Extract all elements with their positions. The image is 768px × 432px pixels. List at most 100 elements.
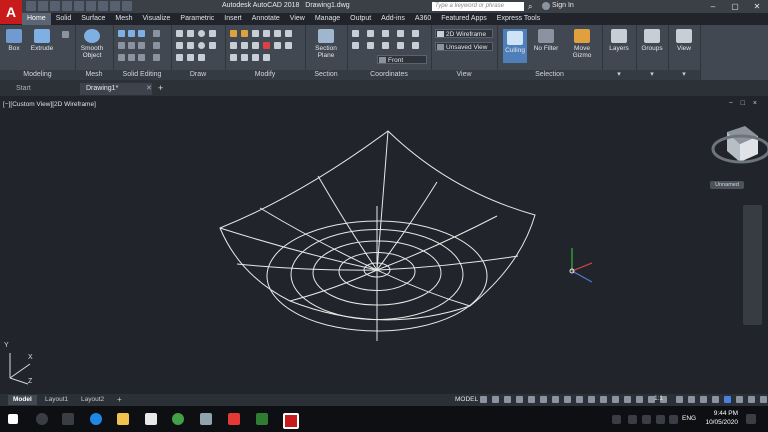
minimize-icon[interactable]: – — [702, 0, 724, 13]
panel-label[interactable]: Coordinates — [347, 70, 431, 80]
subtract-icon[interactable] — [128, 30, 135, 37]
tab-manage[interactable]: Manage — [310, 13, 345, 25]
new-icon[interactable] — [26, 1, 36, 11]
hardware-acceleration-icon[interactable] — [736, 396, 743, 403]
line-icon[interactable] — [176, 30, 183, 37]
tab-surface[interactable]: Surface — [76, 13, 110, 25]
ucs-z-icon[interactable] — [412, 42, 419, 49]
panel-label[interactable]: Solid Editing — [113, 70, 171, 80]
quick-properties-icon[interactable] — [712, 396, 719, 403]
web-mobile-icon[interactable] — [74, 1, 84, 11]
tab-model[interactable]: Model — [8, 395, 37, 405]
customization-icon[interactable] — [760, 396, 767, 403]
ucs-icon[interactable] — [352, 30, 359, 37]
3d-array-icon[interactable] — [263, 54, 270, 61]
spline-icon[interactable] — [209, 42, 216, 49]
input-language[interactable]: ENG — [682, 415, 696, 422]
units-icon[interactable] — [700, 396, 707, 403]
sign-in-button[interactable]: Sign In — [552, 2, 574, 9]
array-icon[interactable] — [252, 42, 259, 49]
taper-icon[interactable] — [138, 54, 145, 61]
tab-add-ins[interactable]: Add-ins — [376, 13, 410, 25]
search-taskbar-icon[interactable] — [36, 413, 48, 425]
separate-icon[interactable] — [153, 42, 160, 49]
chamfer-edge-icon[interactable] — [128, 54, 135, 61]
polysolid-icon[interactable] — [62, 31, 69, 38]
save-as-icon[interactable] — [62, 1, 72, 11]
offset-icon[interactable] — [285, 42, 292, 49]
navigation-bar[interactable] — [743, 205, 762, 325]
move-gizmo-button[interactable]: Move Gizmo — [567, 29, 597, 59]
ucs-y-icon[interactable] — [397, 42, 404, 49]
transparency-icon[interactable] — [576, 396, 583, 403]
autocad-taskbar-icon[interactable] — [283, 413, 299, 429]
slice-icon[interactable] — [153, 30, 160, 37]
share-icon[interactable] — [122, 1, 132, 11]
polygon-icon[interactable] — [187, 42, 194, 49]
print-icon[interactable] — [86, 1, 96, 11]
mirror-icon[interactable] — [274, 30, 281, 37]
erase-icon[interactable] — [263, 42, 270, 49]
3d-move-icon[interactable] — [241, 54, 248, 61]
grid-icon[interactable] — [480, 396, 487, 403]
offset-edge-icon[interactable] — [153, 54, 160, 61]
save-icon[interactable] — [50, 1, 60, 11]
section-plane-button[interactable]: Section Plane — [309, 29, 343, 59]
new-tab-icon[interactable]: + — [158, 83, 163, 93]
extract-edges-icon[interactable] — [128, 42, 135, 49]
ucs-view-icon[interactable] — [352, 42, 359, 49]
file-explorer-icon[interactable] — [117, 413, 129, 425]
tab-layout1[interactable]: Layout1 — [40, 395, 73, 405]
panel-expand[interactable]: ▾ — [668, 70, 700, 80]
isodraft-icon[interactable] — [528, 396, 535, 403]
new-layout-icon[interactable]: + — [112, 395, 127, 405]
chrome-icon[interactable] — [172, 413, 184, 425]
excel-icon[interactable] — [256, 413, 268, 425]
fillet-icon[interactable] — [285, 30, 292, 37]
system-clock[interactable]: 9:44 PM 10/05/2020 — [705, 409, 738, 427]
shell-icon[interactable] — [138, 42, 145, 49]
viewport-window-controls[interactable]: − □ × — [729, 100, 760, 107]
annotation-scale[interactable]: 1:1 — [654, 395, 663, 402]
trim-icon[interactable] — [252, 30, 259, 37]
viewport-controls-label[interactable]: [−][Custom View][2D Wireframe] — [3, 101, 96, 108]
lineweight-icon[interactable] — [564, 396, 571, 403]
selection-filter-icon[interactable] — [624, 396, 631, 403]
snap-icon[interactable] — [492, 396, 499, 403]
copy-icon[interactable] — [263, 30, 270, 37]
panel-label[interactable]: Section — [305, 70, 347, 80]
close-icon[interactable]: ✕ — [746, 0, 768, 13]
ucs-world-icon[interactable] — [367, 30, 374, 37]
layers-button[interactable]: Layers — [604, 29, 634, 52]
3d-rotate-icon[interactable] — [252, 54, 259, 61]
tab-view[interactable]: View — [285, 13, 310, 25]
tab-start[interactable]: Start — [10, 83, 82, 95]
panel-expand[interactable]: ▾ — [636, 70, 668, 80]
polar-icon[interactable] — [516, 396, 523, 403]
redo-icon[interactable] — [110, 1, 120, 11]
close-tab-icon[interactable]: ✕ — [146, 84, 152, 92]
ucs-3point-icon[interactable] — [397, 30, 404, 37]
search-input[interactable]: Type a keyword or phrase — [432, 2, 524, 11]
view-button[interactable]: View — [670, 29, 698, 52]
tab-visualize[interactable]: Visualize — [138, 13, 176, 25]
clean-screen-icon[interactable] — [748, 396, 755, 403]
extrude-button[interactable]: Extrude — [28, 29, 56, 52]
paint-icon[interactable] — [200, 413, 212, 425]
media-icon[interactable] — [228, 413, 240, 425]
volume-icon[interactable] — [669, 415, 678, 424]
tab-annotate[interactable]: Annotate — [247, 13, 285, 25]
gizmo-status-icon[interactable] — [636, 396, 643, 403]
tab-home[interactable]: Home — [22, 13, 51, 25]
edge-icon[interactable] — [90, 413, 102, 425]
ucs-x-icon[interactable] — [412, 30, 419, 37]
ucs-named-dropdown[interactable]: Front — [377, 55, 427, 64]
rotate-icon[interactable] — [241, 30, 248, 37]
3d-osnap-icon[interactable] — [600, 396, 607, 403]
explode-icon[interactable] — [274, 42, 281, 49]
application-menu-button[interactable]: A — [0, 0, 22, 24]
union-icon[interactable] — [118, 30, 125, 37]
align-icon[interactable] — [230, 54, 237, 61]
network-icon[interactable] — [656, 415, 665, 424]
tab-output[interactable]: Output — [345, 13, 376, 25]
